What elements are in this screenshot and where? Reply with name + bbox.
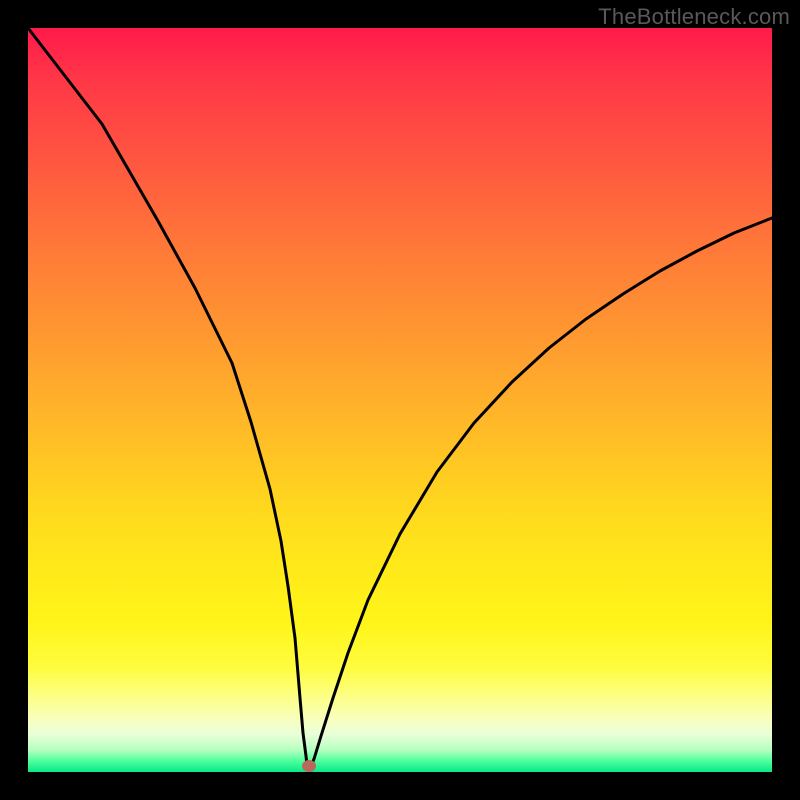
curve-layer (28, 28, 772, 772)
chart-container: TheBottleneck.com (0, 0, 800, 800)
optimum-marker (302, 760, 316, 772)
plot-area (28, 28, 772, 772)
bottleneck-curve (28, 28, 772, 767)
watermark-text: TheBottleneck.com (598, 4, 790, 30)
